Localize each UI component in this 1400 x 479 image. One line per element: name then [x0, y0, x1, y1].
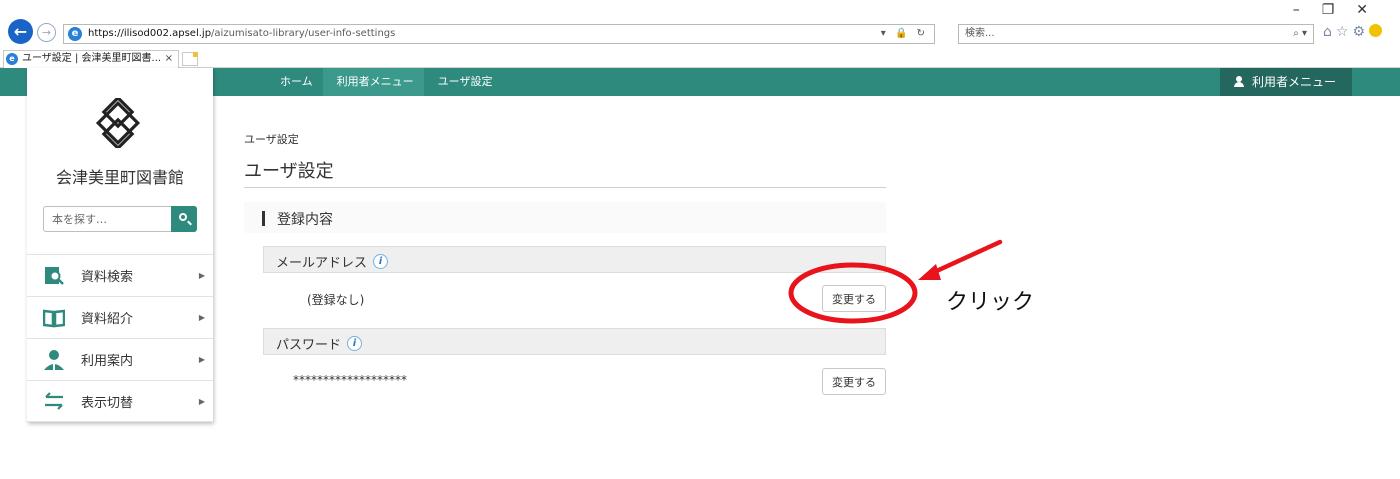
close-window-icon[interactable]: ✕ [1356, 2, 1390, 18]
browser-chrome: ← → e https://ilisod002.apsel.jp/aizumis… [0, 0, 1400, 48]
crumb-home[interactable]: ホーム [266, 68, 323, 96]
sidebar-item-label: 利用案内 [81, 354, 134, 369]
password-label-group: パスワード i [276, 334, 363, 353]
toolbar-icons: ⌂☆⚙ [1323, 24, 1383, 40]
open-book-icon [43, 309, 65, 327]
browser-search-icon[interactable]: ⌕ ▾ [1293, 25, 1307, 43]
person-guide-icon [44, 349, 64, 370]
sidebar-item-label: 資料紹介 [81, 312, 134, 327]
search-book-icon [45, 266, 64, 285]
email-label-group: メールアドレス i [276, 252, 389, 271]
section-marker [262, 211, 265, 226]
gear-icon[interactable]: ⚙ [1352, 24, 1369, 40]
sidebar-item-label: 表示切替 [81, 395, 134, 411]
restore-icon[interactable]: ❐ [1322, 2, 1357, 18]
info-icon[interactable]: i [347, 336, 363, 351]
tab-title: ユーザ設定 | 会津美里町図書... [22, 53, 162, 64]
section-title: 登録内容 [277, 212, 333, 228]
user-icon [1234, 76, 1244, 88]
crumb-user-settings: ユーザ設定 [423, 68, 503, 96]
back-arrow-icon[interactable]: ← [8, 19, 33, 44]
address-controls[interactable]: ▾ 🔒 ↻ [881, 25, 928, 43]
password-value: ******************* [293, 373, 407, 387]
password-label: パスワード [276, 338, 342, 353]
address-bar[interactable]: e https://ilisod002.apsel.jp/aizumisato-… [63, 24, 935, 44]
crumb-user-menu[interactable]: 利用者メニュー [322, 68, 424, 96]
url-text: https://ilisod002.apsel.jp/aizumisato-li… [88, 28, 396, 39]
caret-right-icon: ▶ [198, 271, 205, 280]
title-divider [244, 187, 886, 188]
email-label: メールアドレス [276, 256, 368, 271]
feedback-smiley-icon[interactable] [1369, 24, 1383, 37]
library-name: 会津美里町図書館 [55, 168, 184, 187]
search-button[interactable] [171, 206, 197, 232]
change-password-button[interactable]: 変更する [822, 368, 886, 395]
sidebar-item-material-intro[interactable]: 資料紹介 ▶ [27, 296, 213, 338]
sidebar-item-material-search[interactable]: 資料検索 ▶ [27, 254, 213, 296]
favorites-star-icon[interactable]: ☆ [1336, 24, 1353, 40]
caret-right-icon: ▶ [198, 397, 205, 406]
sidebar: 会津美里町図書館 資料検索 ▶ 資料紹介 ▶ [27, 68, 213, 422]
sidebar-search [43, 206, 197, 232]
highlight-circle [788, 262, 918, 324]
forward-arrow-icon[interactable]: → [37, 23, 56, 42]
info-icon[interactable]: i [373, 254, 389, 269]
sidebar-menu: 資料検索 ▶ 資料紹介 ▶ 利用案内 ▶ 表示切替 ▶ [27, 254, 213, 422]
tab-bar: e ユーザ設定 | 会津美里町図書... × [0, 48, 1400, 68]
sidebar-item-label: 資料検索 [81, 270, 134, 285]
click-annotation-label: クリック [946, 290, 1035, 315]
tab-close-icon[interactable]: × [165, 51, 173, 67]
ie-icon: e [6, 53, 18, 65]
ie-icon: e [68, 27, 82, 41]
email-value: (登録なし) [307, 293, 365, 307]
arrow-shaft [927, 239, 1003, 277]
caret-right-icon: ▶ [198, 355, 205, 364]
switch-arrows-icon [45, 392, 63, 410]
browser-tab[interactable]: e ユーザ設定 | 会津美里町図書... × [3, 50, 179, 68]
new-tab-button[interactable] [182, 52, 198, 66]
search-icon [179, 213, 187, 221]
window-controls: –❐✕ [1293, 2, 1390, 18]
caret-right-icon: ▶ [198, 313, 205, 322]
header-breadcrumb: ホーム 利用者メニュー ユーザ設定 [266, 68, 503, 96]
library-logo-icon [95, 98, 141, 148]
minimize-icon[interactable]: – [1293, 2, 1322, 18]
user-menu-button[interactable]: 利用者メニュー [1220, 68, 1352, 96]
home-icon[interactable]: ⌂ [1323, 24, 1336, 40]
sidebar-item-display-switch[interactable]: 表示切替 ▶ [27, 380, 213, 422]
page-title: ユーザ設定 [244, 161, 334, 182]
user-menu-label: 利用者メニュー [1252, 75, 1337, 89]
breadcrumb: ユーザ設定 [244, 133, 299, 146]
browser-search-input[interactable]: 検索... ⌕ ▾ [958, 24, 1314, 44]
sidebar-item-usage-guide[interactable]: 利用案内 ▶ [27, 338, 213, 380]
book-search-input[interactable] [44, 207, 172, 231]
arrow-head-icon [918, 264, 941, 280]
